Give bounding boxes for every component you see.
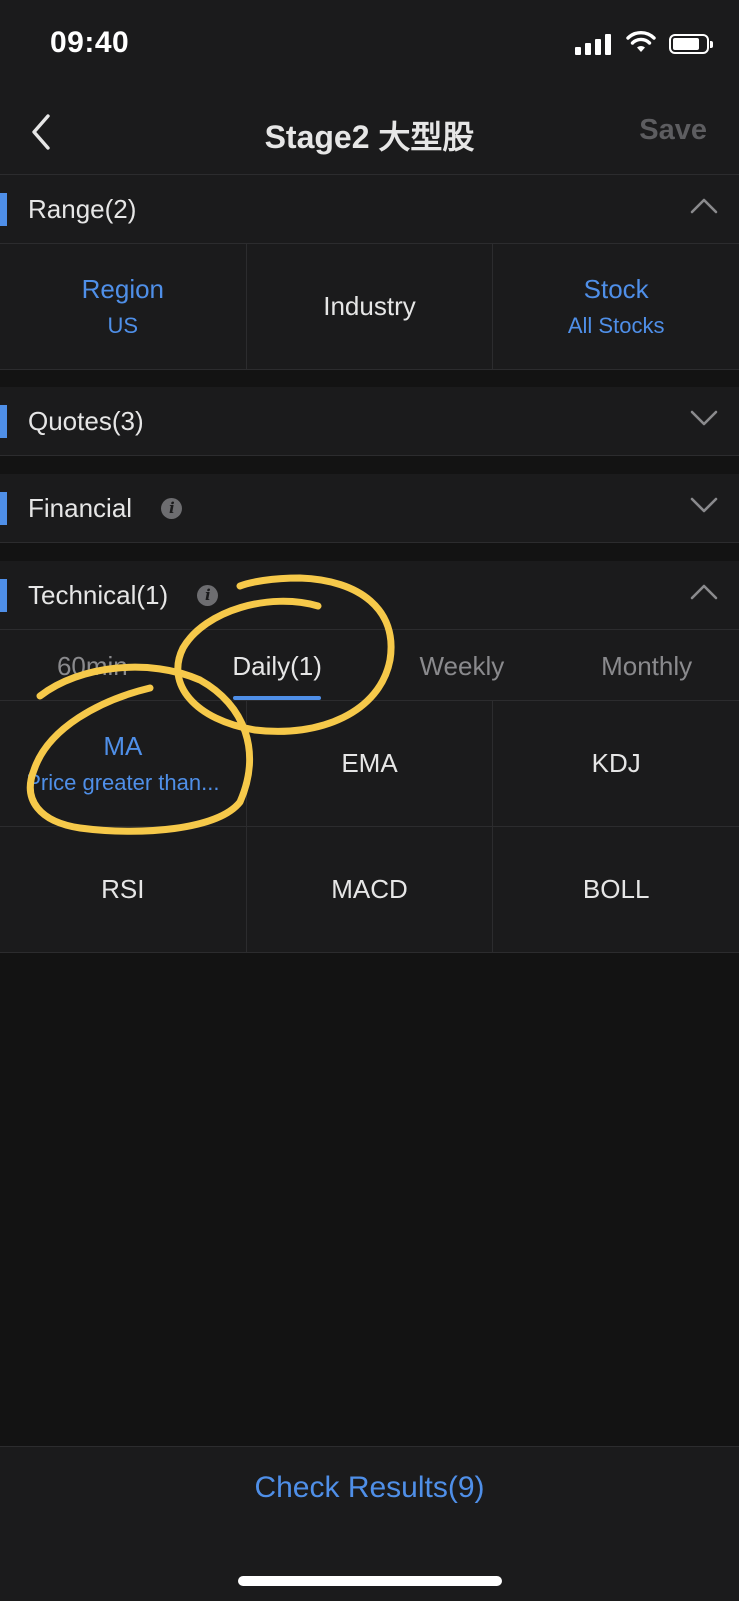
indicator-ma-title: MA — [103, 731, 143, 761]
signal-icon — [575, 33, 611, 55]
financial-section: Financial i — [0, 474, 739, 543]
chevron-down-icon[interactable] — [689, 494, 719, 516]
tab-daily[interactable]: Daily(1) — [185, 630, 370, 700]
technical-label-wrap: Technical(1) i — [28, 580, 219, 611]
indicator-ma-value: Price greater than... — [26, 770, 220, 795]
financial-label-wrap: Financial i — [28, 493, 183, 524]
indicator-ma[interactable]: MA Price greater than... — [0, 701, 247, 827]
nav-bar: Stage2 大型股 Save — [0, 90, 739, 175]
status-bar: 09:40 — [0, 0, 739, 90]
indicator-rsi[interactable]: RSI — [0, 827, 247, 953]
chevron-down-icon[interactable] — [689, 407, 719, 429]
wifi-icon — [626, 31, 656, 52]
timeframe-tabs: 60min Daily(1) Weekly Monthly — [0, 630, 739, 701]
tab-weekly[interactable]: Weekly — [370, 630, 555, 700]
section-accent-bar — [0, 405, 7, 438]
quotes-section: Quotes(3) — [0, 387, 739, 456]
range-grid: Region US Industry Stock All Stocks — [0, 244, 739, 370]
page-title: Stage2 大型股 — [264, 119, 475, 155]
section-accent-bar — [0, 193, 7, 226]
status-time: 09:40 — [50, 26, 130, 59]
tab-60min[interactable]: 60min — [0, 630, 185, 700]
region-value: US — [107, 313, 139, 338]
financial-label: Financial — [28, 493, 133, 523]
battery-icon — [669, 34, 713, 54]
active-tab-underline — [233, 696, 322, 700]
indicator-row-1: MA Price greater than... EMA KDJ — [0, 701, 739, 827]
stock-cell[interactable]: Stock All Stocks — [493, 244, 739, 370]
chevron-up-icon[interactable] — [689, 195, 719, 217]
industry-cell[interactable]: Industry — [246, 244, 494, 370]
info-icon[interactable]: i — [161, 497, 183, 519]
region-title: Region — [81, 274, 165, 304]
technical-header[interactable]: Technical(1) i — [0, 561, 739, 630]
indicator-macd[interactable]: MACD — [246, 827, 494, 953]
indicator-kdj-title: KDJ — [591, 748, 641, 778]
indicator-ema[interactable]: EMA — [246, 701, 494, 827]
bottom-bar: Check Results(9) — [0, 1446, 739, 1601]
indicator-boll[interactable]: BOLL — [493, 827, 739, 953]
section-accent-bar — [0, 492, 7, 525]
home-indicator — [238, 1576, 502, 1586]
financial-header[interactable]: Financial i — [0, 474, 739, 543]
indicator-ema-title: EMA — [341, 748, 398, 778]
range-label: Range(2) — [28, 194, 137, 224]
range-section: Range(2) Region US Industry Stock All St… — [0, 175, 739, 370]
stock-title: Stock — [583, 274, 649, 304]
indicator-macd-title: MACD — [331, 874, 408, 904]
technical-section: Technical(1) i 60min Daily(1) Weekly Mon… — [0, 561, 739, 953]
save-button[interactable]: Save — [639, 114, 707, 147]
indicator-rsi-title: RSI — [101, 874, 145, 904]
quotes-label: Quotes(3) — [28, 406, 144, 436]
info-icon[interactable]: i — [197, 584, 219, 606]
stock-value: All Stocks — [567, 313, 665, 338]
industry-title: Industry — [323, 291, 416, 321]
tab-monthly[interactable]: Monthly — [554, 630, 739, 700]
range-header[interactable]: Range(2) — [0, 175, 739, 244]
indicator-row-2: RSI MACD BOLL — [0, 827, 739, 953]
chevron-up-icon[interactable] — [689, 581, 719, 603]
check-results-button[interactable]: Check Results(9) — [0, 1471, 739, 1505]
region-cell[interactable]: Region US — [0, 244, 247, 370]
quotes-header[interactable]: Quotes(3) — [0, 387, 739, 456]
tab-daily-label: Daily(1) — [232, 651, 322, 681]
indicator-boll-title: BOLL — [582, 874, 650, 904]
indicator-kdj[interactable]: KDJ — [493, 701, 739, 827]
technical-label: Technical(1) — [28, 580, 169, 610]
section-accent-bar — [0, 579, 7, 612]
